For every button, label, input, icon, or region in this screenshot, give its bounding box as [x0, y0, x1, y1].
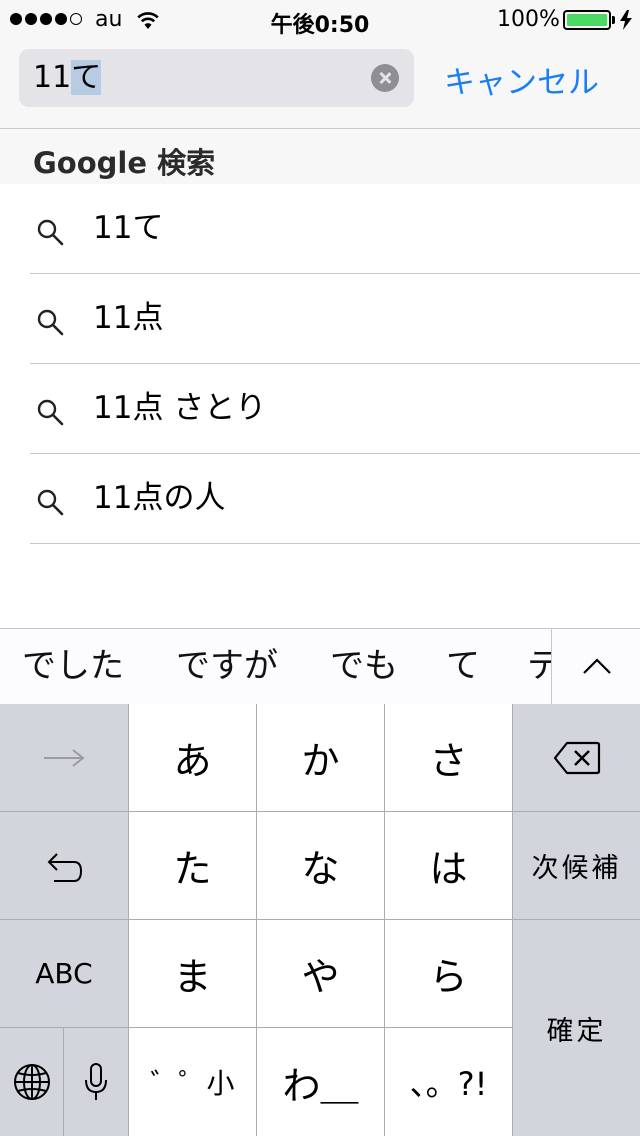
- delete-backspace-icon: [553, 741, 600, 774]
- prediction-word[interactable]: て: [446, 645, 480, 687]
- microphone-icon: [85, 1063, 107, 1100]
- search-query[interactable]: 11て: [33, 59, 102, 97]
- key-ta[interactable]: た: [129, 812, 256, 919]
- search-header: 11て キャンセル: [0, 40, 640, 129]
- prediction-word[interactable]: ですが: [176, 645, 278, 687]
- prediction-word[interactable]: でも: [330, 645, 398, 687]
- key-ya[interactable]: や: [257, 920, 384, 1027]
- section-header: Google 検索: [0, 129, 640, 184]
- dakuten-small-key[interactable]: ゛゜小: [129, 1028, 256, 1136]
- battery-icon: [563, 10, 611, 30]
- magnifier-icon: [37, 399, 64, 426]
- battery-nub: [612, 16, 615, 24]
- globe-icon: [13, 1064, 50, 1100]
- suggestion-item[interactable]: 11点: [0, 274, 640, 364]
- suggestion-item[interactable]: 11点の人: [0, 454, 640, 544]
- next-candidate-key[interactable]: 次候補: [513, 812, 640, 919]
- key-ra[interactable]: ら: [385, 920, 512, 1027]
- kana-keyboard: あ か さ た な は 次候補 ABC ま や ら 確定 ゛゜小 わ＿ 、。?!: [0, 704, 640, 1136]
- key-na[interactable]: な: [257, 812, 384, 919]
- suggestion-text: 11て: [93, 210, 164, 246]
- key-ka[interactable]: か: [257, 704, 384, 811]
- chevron-up-icon: [583, 658, 611, 674]
- key-a[interactable]: あ: [129, 704, 256, 811]
- undo-key[interactable]: [0, 812, 128, 919]
- key-sa[interactable]: さ: [385, 704, 512, 811]
- search-query-marked: て: [71, 60, 102, 95]
- prediction-word[interactable]: でした: [22, 645, 124, 687]
- confirm-key[interactable]: 確定: [513, 920, 640, 1136]
- magnifier-icon: [37, 309, 64, 336]
- abc-key[interactable]: ABC: [0, 920, 128, 1027]
- delete-key[interactable]: [513, 704, 640, 811]
- microphone-key[interactable]: [64, 1028, 128, 1136]
- divider: [30, 543, 640, 544]
- key-ma[interactable]: ま: [129, 920, 256, 1027]
- undo-icon: [47, 852, 83, 882]
- globe-key[interactable]: [0, 1028, 63, 1136]
- clear-text-icon[interactable]: [371, 64, 399, 92]
- search-input[interactable]: 11て: [19, 49, 414, 107]
- suggestion-text: 11点の人: [93, 480, 226, 516]
- charging-bolt-icon: [620, 10, 632, 30]
- prediction-bar: でした ですが でも て テ: [0, 628, 640, 704]
- key-wa[interactable]: わ＿: [257, 1028, 384, 1136]
- suggestion-list: 11て 11点 11点 さとり 11点の人: [0, 184, 640, 544]
- suggestion-item[interactable]: 11点 さとり: [0, 364, 640, 454]
- punctuation-key[interactable]: 、。?!: [385, 1028, 512, 1136]
- section-title: Google 検索: [33, 146, 216, 180]
- suggestion-text: 11点: [93, 300, 164, 336]
- magnifier-icon: [37, 219, 64, 246]
- search-query-prefix: 11: [33, 60, 72, 95]
- cursor-right-key[interactable]: [0, 704, 128, 811]
- magnifier-icon: [37, 489, 64, 516]
- status-bar: au 午後0:50 100%: [0, 0, 640, 40]
- expand-predictions-button[interactable]: [551, 629, 640, 704]
- battery-percent: 100%: [497, 7, 560, 32]
- key-ha[interactable]: は: [385, 812, 512, 919]
- suggestion-text: 11点 さとり: [93, 390, 267, 426]
- suggestion-item[interactable]: 11て: [0, 184, 640, 274]
- cancel-button[interactable]: キャンセル: [444, 57, 599, 102]
- arrow-right-icon: [44, 748, 85, 767]
